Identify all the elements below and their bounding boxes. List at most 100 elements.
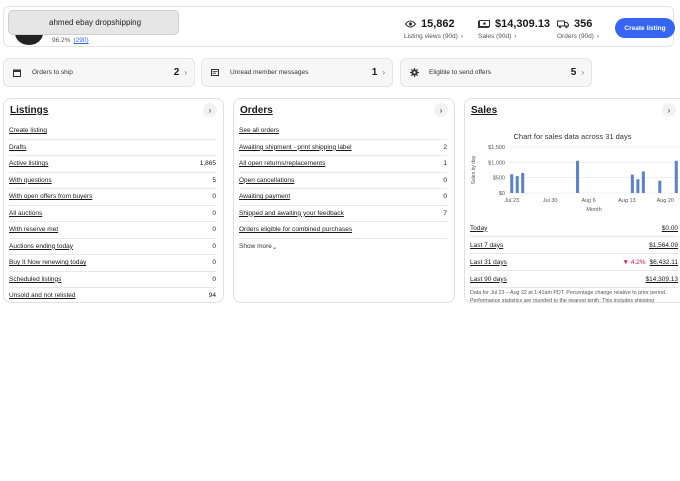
create-listing-button[interactable]: Create listing bbox=[615, 18, 675, 38]
orders-title[interactable]: Orders bbox=[240, 105, 273, 116]
orders-item-orders-eligible-for-combined-purchases[interactable]: Orders eligible for combined purchases bbox=[239, 222, 447, 239]
sales-row-label[interactable]: Last 90 days bbox=[470, 276, 507, 283]
listings-item-all-auctions[interactable]: All auctions 0 bbox=[9, 206, 216, 222]
metric-orders[interactable]: 356 Orders (90d) › bbox=[557, 18, 599, 40]
x-tick-label: Aug 20 bbox=[657, 198, 674, 204]
store-name: ahmed ebay dropshipping bbox=[49, 18, 142, 27]
metric-listing-views[interactable]: 15,862 Listing views (90d) › bbox=[404, 18, 463, 40]
orders-item-shipped-and-awaiting-your-feedback[interactable]: Shipped and awaiting your feedback 7 bbox=[239, 206, 447, 222]
chevron-right-icon: › bbox=[184, 68, 187, 77]
orders-list: See all orders Awaiting shipment - print … bbox=[239, 123, 447, 255]
listings-panel: Listings › Create listing Drafts Active li… bbox=[3, 98, 224, 303]
item-label[interactable]: With open offers from buyers bbox=[9, 193, 92, 200]
eye-icon bbox=[404, 19, 416, 29]
item-label[interactable]: Buy It Now renewing today bbox=[9, 259, 86, 266]
item-label[interactable]: All open returns/replacements bbox=[239, 160, 325, 167]
bar bbox=[658, 180, 662, 193]
sales-row-value[interactable]: $1,564.09 bbox=[649, 242, 678, 249]
y-tick-label: $500 bbox=[493, 176, 505, 182]
metric-label: Orders (90d) bbox=[557, 33, 594, 40]
item-label[interactable]: Scheduled listings bbox=[9, 276, 61, 283]
orders-item-all-open-returns-replacements[interactable]: All open returns/replacements 1 bbox=[239, 156, 447, 173]
sales-row-last-7-days[interactable]: Last 7 days $1,564.09 bbox=[470, 237, 678, 254]
listings-item-with-questions[interactable]: With questions 5 bbox=[9, 173, 216, 189]
task-eligible-offers[interactable]: Eligible to send offers 5 › bbox=[400, 58, 592, 87]
orders-panel: Orders › See all orders Awaiting shipment… bbox=[233, 98, 455, 303]
item-count: 1,865 bbox=[199, 160, 216, 168]
item-label[interactable]: With questions bbox=[9, 177, 52, 184]
sales-title[interactable]: Sales bbox=[471, 105, 497, 116]
metric-label: Listing views (90d) bbox=[404, 33, 458, 40]
chevron-down-icon: ⌄ bbox=[271, 243, 278, 251]
orders-item-awaiting-shipment-print-shipping-label[interactable]: Awaiting shipment - print shipping label… bbox=[239, 140, 447, 156]
sales-row-label[interactable]: Last 31 days bbox=[470, 259, 507, 266]
item-label[interactable]: Drafts bbox=[9, 144, 26, 151]
sales-row-values: $14,309.13 bbox=[641, 276, 678, 283]
item-label[interactable]: Awaiting shipment - print shipping label bbox=[239, 144, 352, 151]
listings-item-with-reserve-met[interactable]: With reserve met 0 bbox=[9, 222, 216, 239]
listings-item-with-open-offers-from-buyers[interactable]: With open offers from buyers 0 bbox=[9, 189, 216, 206]
x-axis-label: Month bbox=[586, 207, 601, 213]
item-label[interactable]: Active listings bbox=[9, 160, 48, 167]
chevron-right-icon[interactable]: › bbox=[203, 103, 217, 117]
item-count: 0 bbox=[443, 193, 447, 201]
task-label: Unread member messages bbox=[230, 69, 309, 76]
item-label[interactable]: Create listing bbox=[9, 127, 47, 134]
orders-item-see-all-orders[interactable]: See all orders bbox=[239, 123, 447, 140]
item-count: 0 bbox=[212, 226, 216, 234]
task-orders-to-ship[interactable]: Orders to ship 2 › bbox=[3, 58, 195, 87]
bar bbox=[510, 174, 514, 193]
truck-icon bbox=[557, 19, 569, 29]
item-label[interactable]: See all orders bbox=[239, 127, 279, 134]
sales-row-today[interactable]: Today $0.00 bbox=[470, 220, 678, 237]
item-count: 5 bbox=[212, 176, 216, 184]
sales-note: Data for Jul 23 – Aug 22 at 1:41am PDT. … bbox=[470, 290, 667, 303]
sales-row-last-31-days[interactable]: Last 31 days ▼ 4.2% $6,432.11 bbox=[470, 254, 678, 271]
sales-row-value[interactable]: $0.00 bbox=[662, 225, 678, 232]
chevron-right-icon[interactable]: › bbox=[434, 103, 448, 117]
show-more-button[interactable]: Show more ⌄ bbox=[239, 239, 447, 256]
metric-sales[interactable]: $14,309.13 Sales (90d) › bbox=[478, 18, 550, 40]
bar bbox=[515, 176, 519, 193]
listings-item-create-listing[interactable]: Create listing bbox=[9, 123, 216, 140]
y-tick-label: $1,500 bbox=[488, 145, 505, 151]
sales-row-last-90-days[interactable]: Last 90 days $14,309.13 bbox=[470, 271, 678, 288]
item-label[interactable]: All auctions bbox=[9, 210, 42, 217]
chevron-right-icon: › bbox=[382, 68, 385, 77]
item-label[interactable]: Orders eligible for combined purchases bbox=[239, 226, 352, 233]
sales-row-value[interactable]: $6,432.11 bbox=[650, 259, 678, 266]
money-icon bbox=[478, 19, 490, 29]
sales-row-label[interactable]: Last 7 days bbox=[470, 242, 503, 249]
item-label[interactable]: With reserve met bbox=[9, 226, 58, 233]
orders-item-open-cancellations[interactable]: Open cancellations 0 bbox=[239, 173, 447, 189]
listings-item-scheduled-listings[interactable]: Scheduled listings 0 bbox=[9, 272, 216, 288]
sales-row-value[interactable]: $14,309.13 bbox=[645, 276, 678, 283]
item-label[interactable]: Open cancellations bbox=[239, 177, 294, 184]
listings-item-drafts[interactable]: Drafts bbox=[9, 140, 216, 156]
listings-item-auctions-ending-today[interactable]: Auctions ending today 0 bbox=[9, 239, 216, 255]
listings-item-unsold-and-not-relisted[interactable]: Unsold and not relisted 94 bbox=[9, 288, 216, 302]
feedback-count-link[interactable]: (290) bbox=[73, 37, 88, 44]
item-label[interactable]: Unsold and not relisted bbox=[9, 292, 76, 299]
item-count: 0 bbox=[212, 275, 216, 283]
sales-row-label[interactable]: Today bbox=[470, 225, 487, 232]
chevron-right-icon: › bbox=[581, 68, 584, 77]
sales-summary-list: Today $0.00 Last 7 days $1,564.09 Last 31 da… bbox=[470, 220, 678, 288]
listings-item-buy-it-now-renewing-today[interactable]: Buy It Now renewing today 0 bbox=[9, 255, 216, 272]
task-unread-messages[interactable]: Unread member messages 1 › bbox=[201, 58, 393, 87]
y-tick-label: $0 bbox=[499, 191, 505, 197]
listings-title[interactable]: Listings bbox=[10, 105, 48, 116]
message-icon bbox=[210, 68, 220, 77]
feedback-score: 96.2% (290) bbox=[52, 37, 89, 44]
sales-panel: Sales › Chart for sales data across 31 d… bbox=[464, 98, 680, 303]
bar bbox=[521, 173, 525, 193]
item-label[interactable]: Auctions ending today bbox=[9, 243, 73, 250]
bar bbox=[630, 174, 634, 193]
chevron-right-icon[interactable]: › bbox=[662, 103, 676, 117]
item-label[interactable]: Shipped and awaiting your feedback bbox=[239, 210, 344, 217]
task-label: Orders to ship bbox=[32, 69, 73, 76]
item-label[interactable]: Awaiting payment bbox=[239, 193, 290, 200]
listings-item-active-listings[interactable]: Active listings 1,865 bbox=[9, 156, 216, 173]
orders-item-awaiting-payment[interactable]: Awaiting payment 0 bbox=[239, 189, 447, 206]
gear-icon bbox=[409, 68, 419, 77]
